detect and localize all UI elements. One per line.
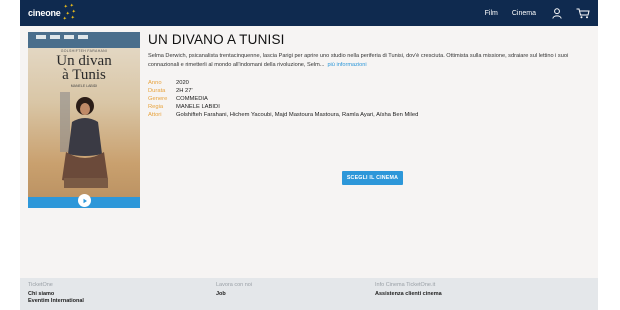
detail-row-year: Anno 2020 bbox=[148, 79, 590, 87]
detail-label: Regia bbox=[148, 104, 164, 110]
footer-column-jobs: Lavora con noi Job bbox=[216, 282, 252, 298]
detail-value: Golshifteh Farahani, Hichem Yacoubi, Maj… bbox=[176, 112, 419, 118]
footer-column-ticketone: TicketOne Chi siamo Eventim Internationa… bbox=[28, 282, 84, 305]
detail-value: COMMEDIA bbox=[176, 96, 208, 102]
footer-heading: Info Cinema TicketOne.it bbox=[375, 282, 436, 288]
cineone-logo[interactable]: cineone ✦ ✦ ✦ ✦ ✦ ✦ bbox=[28, 4, 76, 22]
more-info-link[interactable]: più informazioni bbox=[327, 62, 366, 68]
main-nav: Film Cinema bbox=[485, 0, 590, 26]
cart-icon[interactable] bbox=[576, 6, 590, 20]
poster-title-line2: à Tunis bbox=[62, 67, 106, 83]
footer-heading: Lavora con noi bbox=[216, 282, 253, 288]
footer-heading: TicketOne bbox=[28, 282, 53, 288]
film-info: UN DIVANO A TUNISI Selma Derwich, psican… bbox=[148, 32, 590, 119]
detail-row-genre: Genere COMMEDIA bbox=[148, 95, 590, 103]
poster-director-name: MANELE LABIDI bbox=[70, 84, 98, 88]
footer-link-eventim[interactable]: Eventim International bbox=[28, 298, 84, 305]
poster-header-band bbox=[28, 32, 140, 48]
film-synopsis: Selma Derwich, psicanalista trentacinque… bbox=[148, 52, 590, 69]
user-icon[interactable] bbox=[550, 6, 564, 20]
detail-label: Attori bbox=[148, 112, 162, 118]
poster-title-line1: Un divan bbox=[56, 53, 112, 69]
film-detail-section: GOLSHIFTEH FARAHANI Un divan à Tunis MAN… bbox=[20, 26, 598, 278]
footer-column-cinema-info: Info Cinema TicketOne.it Assistenza clie… bbox=[375, 282, 442, 298]
footer-link-about[interactable]: Chi siamo bbox=[28, 291, 84, 298]
detail-label: Durata bbox=[148, 88, 166, 94]
detail-row-duration: Durata 2H 27' bbox=[148, 87, 590, 95]
play-trailer-button[interactable] bbox=[78, 194, 91, 207]
detail-value: 2H 27' bbox=[176, 88, 193, 94]
film-poster[interactable]: GOLSHIFTEH FARAHANI Un divan à Tunis MAN… bbox=[28, 32, 140, 208]
choose-cinema-button[interactable]: SCEGLI IL CINEMA bbox=[342, 171, 403, 185]
play-icon bbox=[83, 198, 87, 203]
nav-film-link[interactable]: Film bbox=[485, 10, 498, 17]
site-footer: TicketOne Chi siamo Eventim Internationa… bbox=[20, 278, 598, 310]
logo-stars-icon: ✦ ✦ ✦ ✦ ✦ ✦ bbox=[62, 3, 76, 22]
nav-cinema-link[interactable]: Cinema bbox=[512, 10, 536, 17]
poster-title: Un divan à Tunis bbox=[28, 53, 140, 83]
detail-row-director: Regia MANELE LABIDI bbox=[148, 103, 590, 111]
film-title: UN DIVANO A TUNISI bbox=[148, 32, 285, 47]
detail-value: MANELE LABIDI bbox=[176, 104, 220, 110]
logo-text: cineone bbox=[28, 8, 61, 18]
poster-festival-logos bbox=[36, 35, 88, 39]
film-details: Anno 2020 Durata 2H 27' Genere COMMEDIA … bbox=[148, 79, 590, 119]
detail-label: Genere bbox=[148, 96, 168, 102]
detail-value: 2020 bbox=[176, 80, 189, 86]
top-navigation-bar: cineone ✦ ✦ ✦ ✦ ✦ ✦ Film Cinema bbox=[20, 0, 598, 26]
poster-figure-illustration bbox=[60, 92, 108, 188]
detail-label: Anno bbox=[148, 80, 162, 86]
footer-link-job[interactable]: Job bbox=[216, 291, 252, 298]
footer-link-support[interactable]: Assistenza clienti cinema bbox=[375, 291, 442, 298]
detail-row-actors: Attori Golshifteh Farahani, Hichem Yacou… bbox=[148, 111, 590, 119]
